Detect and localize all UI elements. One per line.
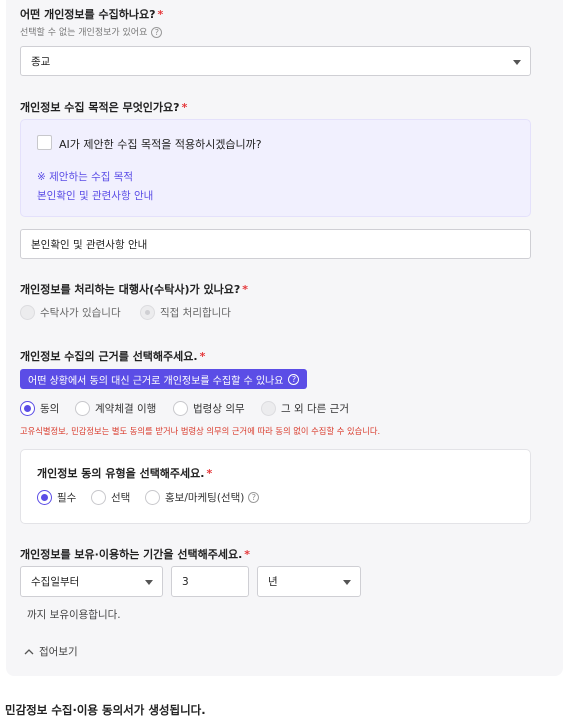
help-icon: ? xyxy=(288,373,300,385)
apply-suggestion-checkbox[interactable] xyxy=(37,135,52,150)
radio-basis-consent[interactable]: 동의 xyxy=(20,401,59,416)
retention-suffix: 까지 보유이용합니다. xyxy=(27,609,121,621)
radio-consent-optional[interactable]: 선택 xyxy=(91,490,130,505)
basis-info-banner[interactable]: 어떤 상황에서 동의 대신 근거로 개인정보를 수집할 수 있나요 ? xyxy=(20,369,308,389)
radio-basis-other[interactable]: 그 외 다른 근거 xyxy=(261,401,349,416)
help-icon[interactable]: ? xyxy=(151,27,163,38)
chevron-up-icon xyxy=(24,648,34,654)
suggest-item: 본인확인 및 관련사항 안내 xyxy=(37,190,154,202)
radio-consent-marketing[interactable]: 홍보/마케팅(선택)? xyxy=(145,490,260,505)
radio-direct-processing[interactable]: 직접 처리합니다 xyxy=(140,305,231,320)
radio-basis-legal[interactable]: 법령상 의무 xyxy=(173,401,245,416)
collapse-button[interactable]: 접어보기 xyxy=(24,644,78,659)
q5-title: 개인정보를 보유·이용하는 기간을 선택해주세요. * xyxy=(20,548,251,561)
chevron-down-icon xyxy=(145,580,153,585)
consent-type-card xyxy=(20,449,531,524)
chevron-down-icon xyxy=(513,60,521,65)
q1-hint: 선택할 수 없는 개인정보가 있어요? xyxy=(20,25,163,38)
suggest-heading: ※ 제안하는 수집 목적 xyxy=(37,171,134,183)
q1-title: 어떤 개인정보를 수집하나요? * xyxy=(20,8,164,21)
q2-title: 개인정보 수집 목적은 무엇인가요? * xyxy=(20,101,188,114)
purpose-input[interactable]: 본인확인 및 관련사항 안내 xyxy=(20,229,531,259)
help-icon[interactable]: ? xyxy=(248,492,260,503)
basis-warning: 고유식별정보, 민감정보는 별도 동의를 받거나 법령상 의무의 근거에 따라 … xyxy=(20,426,381,436)
radio-consent-required[interactable]: 필수 xyxy=(37,490,76,505)
retention-unit-select[interactable]: 년 xyxy=(257,566,361,597)
radio-has-processor[interactable]: 수탁사가 있습니다 xyxy=(20,305,121,320)
retention-amount-input[interactable]: 3 xyxy=(171,566,249,597)
personal-info-select[interactable]: 종교 xyxy=(20,46,531,76)
q3-title: 개인정보를 처리하는 대행사(수탁사)가 있나요? * xyxy=(20,283,248,296)
radio-basis-contract[interactable]: 계약체결 이행 xyxy=(75,401,156,416)
retention-start-select[interactable]: 수집일부터 xyxy=(20,566,163,597)
q4-title: 개인정보 수집의 근거를 선택해주세요. * xyxy=(20,350,206,363)
footer-message: 민감정보 수집·이용 동의서가 생성됩니다. xyxy=(5,703,206,717)
consent-type-title: 개인정보 동의 유형을 선택해주세요. * xyxy=(37,467,213,480)
chevron-down-icon xyxy=(343,580,351,585)
apply-suggestion-label: AI가 제안한 수집 목적을 적용하시겠습니까? xyxy=(59,138,262,151)
